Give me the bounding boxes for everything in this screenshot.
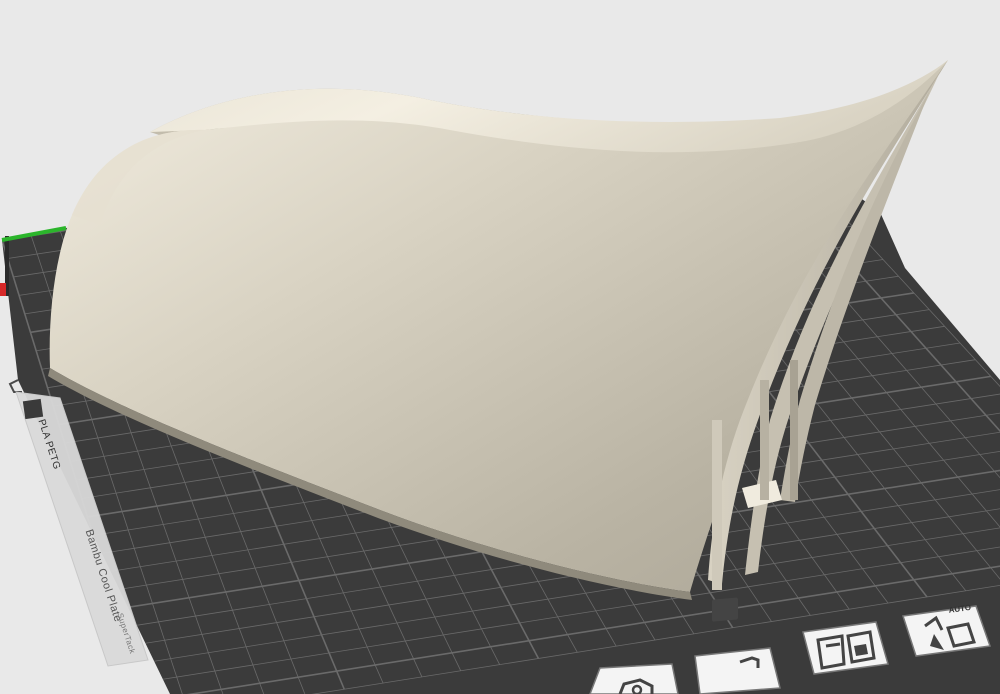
arrange-button[interactable]	[802, 621, 889, 675]
orient-button[interactable]	[589, 663, 679, 694]
x-axis-marker	[0, 283, 6, 296]
plate-logo	[22, 398, 44, 420]
model-rib-1	[712, 420, 722, 590]
model-rib-2	[760, 380, 769, 500]
scene-canvas[interactable]	[0, 0, 1000, 694]
auto-orient-button[interactable]	[902, 605, 992, 657]
3d-viewport[interactable]: PLA PETG Bambu Cool Plate SuperTack AUTO	[0, 0, 1000, 694]
model-rib-3	[790, 360, 798, 500]
